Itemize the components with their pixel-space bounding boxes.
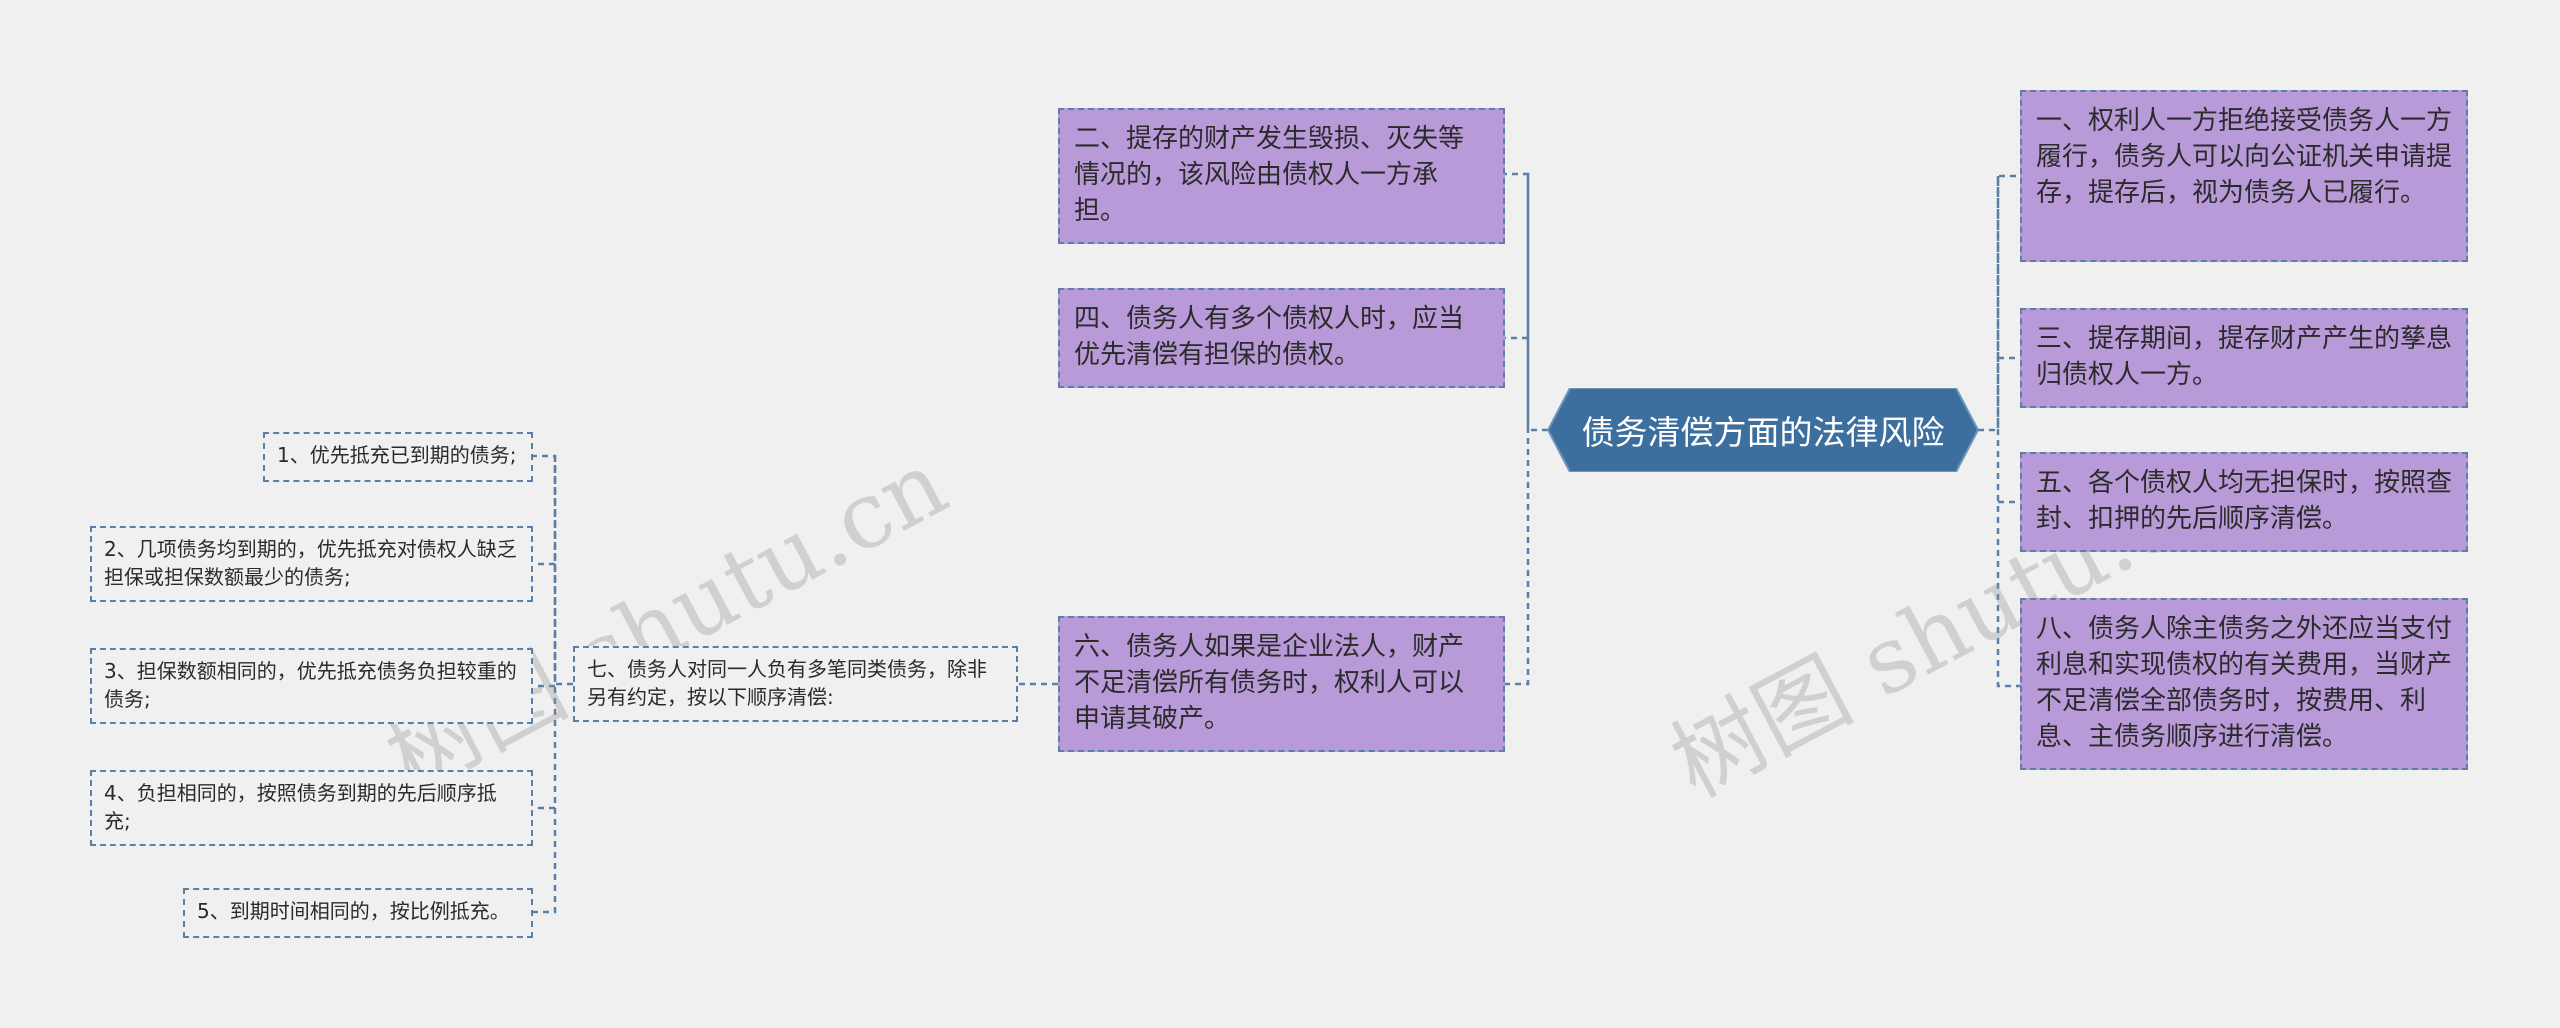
topic-one[interactable]: 一、权利人一方拒绝接受债务人一方履行，债务人可以向公证机关申请提存，提存后，视为…: [2020, 90, 2468, 262]
topic-three[interactable]: 三、提存期间，提存财产产生的孳息归债权人一方。: [2020, 308, 2468, 408]
subtopic-two[interactable]: 2、几项债务均到期的，优先抵充对债权人缺乏担保或担保数额最少的债务;: [90, 526, 533, 602]
topic-four[interactable]: 四、债务人有多个债权人时，应当优先清偿有担保的债权。: [1058, 288, 1505, 388]
root-topic[interactable]: 债务清偿方面的法律风险: [1548, 388, 1978, 472]
topic-six[interactable]: 六、债务人如果是企业法人，财产不足清偿所有债务时，权利人可以申请其破产。: [1058, 616, 1505, 752]
subtopic-three[interactable]: 3、担保数额相同的，优先抵充债务负担较重的债务;: [90, 648, 533, 724]
topic-eight[interactable]: 八、债务人除主债务之外还应当支付利息和实现债权的有关费用，当财产不足清偿全部债务…: [2020, 598, 2468, 770]
topic-seven[interactable]: 七、债务人对同一人负有多笔同类债务，除非另有约定，按以下顺序清偿:: [573, 646, 1018, 722]
topic-two[interactable]: 二、提存的财产发生毁损、灭失等情况的，该风险由债权人一方承担。: [1058, 108, 1505, 244]
subtopic-five[interactable]: 5、到期时间相同的，按比例抵充。: [183, 888, 533, 938]
topic-five[interactable]: 五、各个债权人均无担保时，按照查封、扣押的先后顺序清偿。: [2020, 452, 2468, 552]
root-label: 债务清偿方面的法律风险: [1581, 413, 1945, 452]
subtopic-four[interactable]: 4、负担相同的，按照债务到期的先后顺序抵充;: [90, 770, 533, 846]
subtopic-one[interactable]: 1、优先抵充已到期的债务;: [263, 432, 533, 482]
